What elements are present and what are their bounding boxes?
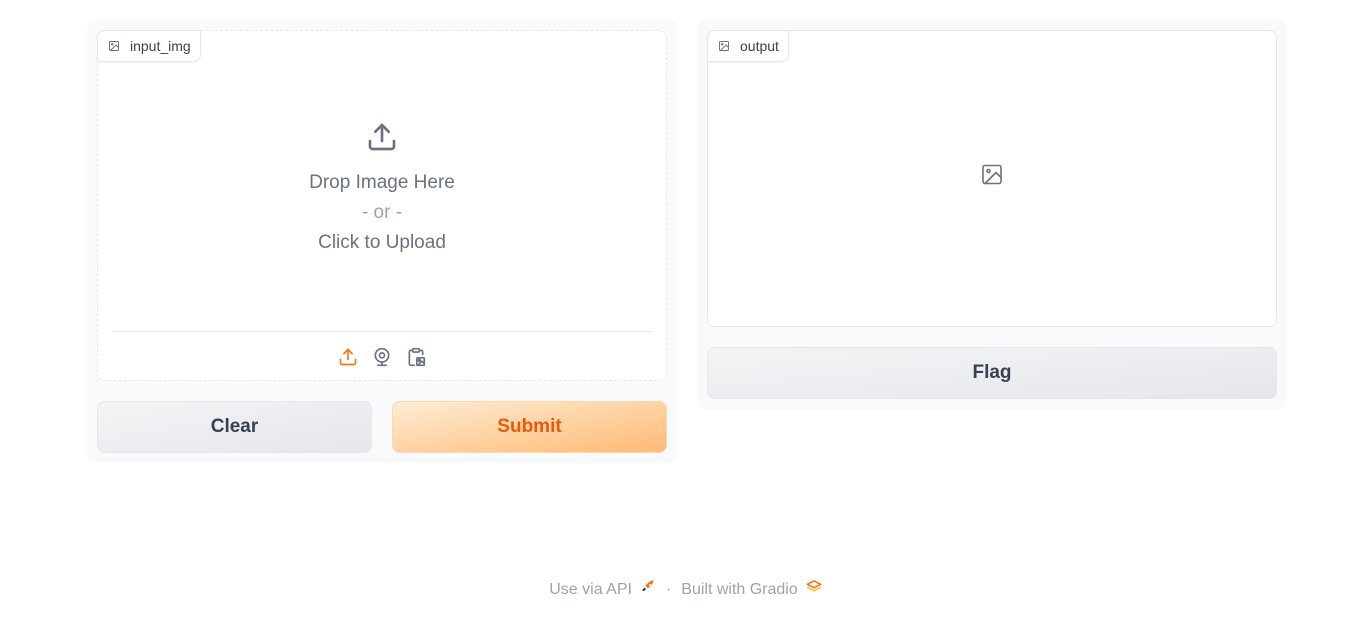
upload-icon — [366, 121, 398, 158]
webcam-source-icon[interactable] — [372, 347, 392, 367]
image-placeholder-icon — [980, 162, 1004, 191]
footer-separator: · — [665, 580, 672, 598]
image-icon — [108, 40, 120, 52]
use-via-api-link[interactable]: Use via API — [549, 579, 656, 600]
click-to-upload-text: Click to Upload — [318, 232, 446, 253]
built-with-gradio-link[interactable]: Built with Gradio — [681, 579, 822, 600]
drop-zone[interactable]: Drop Image Here - or - Click to Upload — [98, 121, 666, 258]
output-label: output — [740, 38, 779, 54]
clipboard-source-icon[interactable] — [406, 347, 426, 367]
image-upload-block[interactable]: input_img Drop Image Here - or - Click t… — [97, 30, 667, 381]
drop-text: Drop Image Here — [309, 172, 455, 193]
clear-button[interactable]: Clear — [97, 401, 372, 453]
submit-button[interactable]: Submit — [392, 401, 667, 453]
output-label-tag: output — [707, 30, 789, 62]
api-link-text: Use via API — [549, 580, 632, 598]
footer: Use via API · Built with Gradio — [0, 579, 1371, 600]
built-with-text: Built with Gradio — [681, 580, 798, 598]
input-label: input_img — [130, 38, 191, 54]
gradio-logo-icon — [798, 579, 822, 600]
upload-source-icon[interactable] — [338, 347, 358, 367]
rocket-icon — [632, 579, 656, 600]
image-output-block: output — [707, 30, 1277, 327]
output-panel: output Flag — [697, 20, 1287, 409]
input-label-tag: input_img — [97, 30, 201, 62]
input-panel: input_img Drop Image Here - or - Click t… — [87, 20, 677, 463]
image-icon — [718, 40, 730, 52]
flag-button[interactable]: Flag — [707, 347, 1277, 399]
or-text: - or - — [361, 202, 403, 223]
source-selector — [112, 331, 652, 382]
